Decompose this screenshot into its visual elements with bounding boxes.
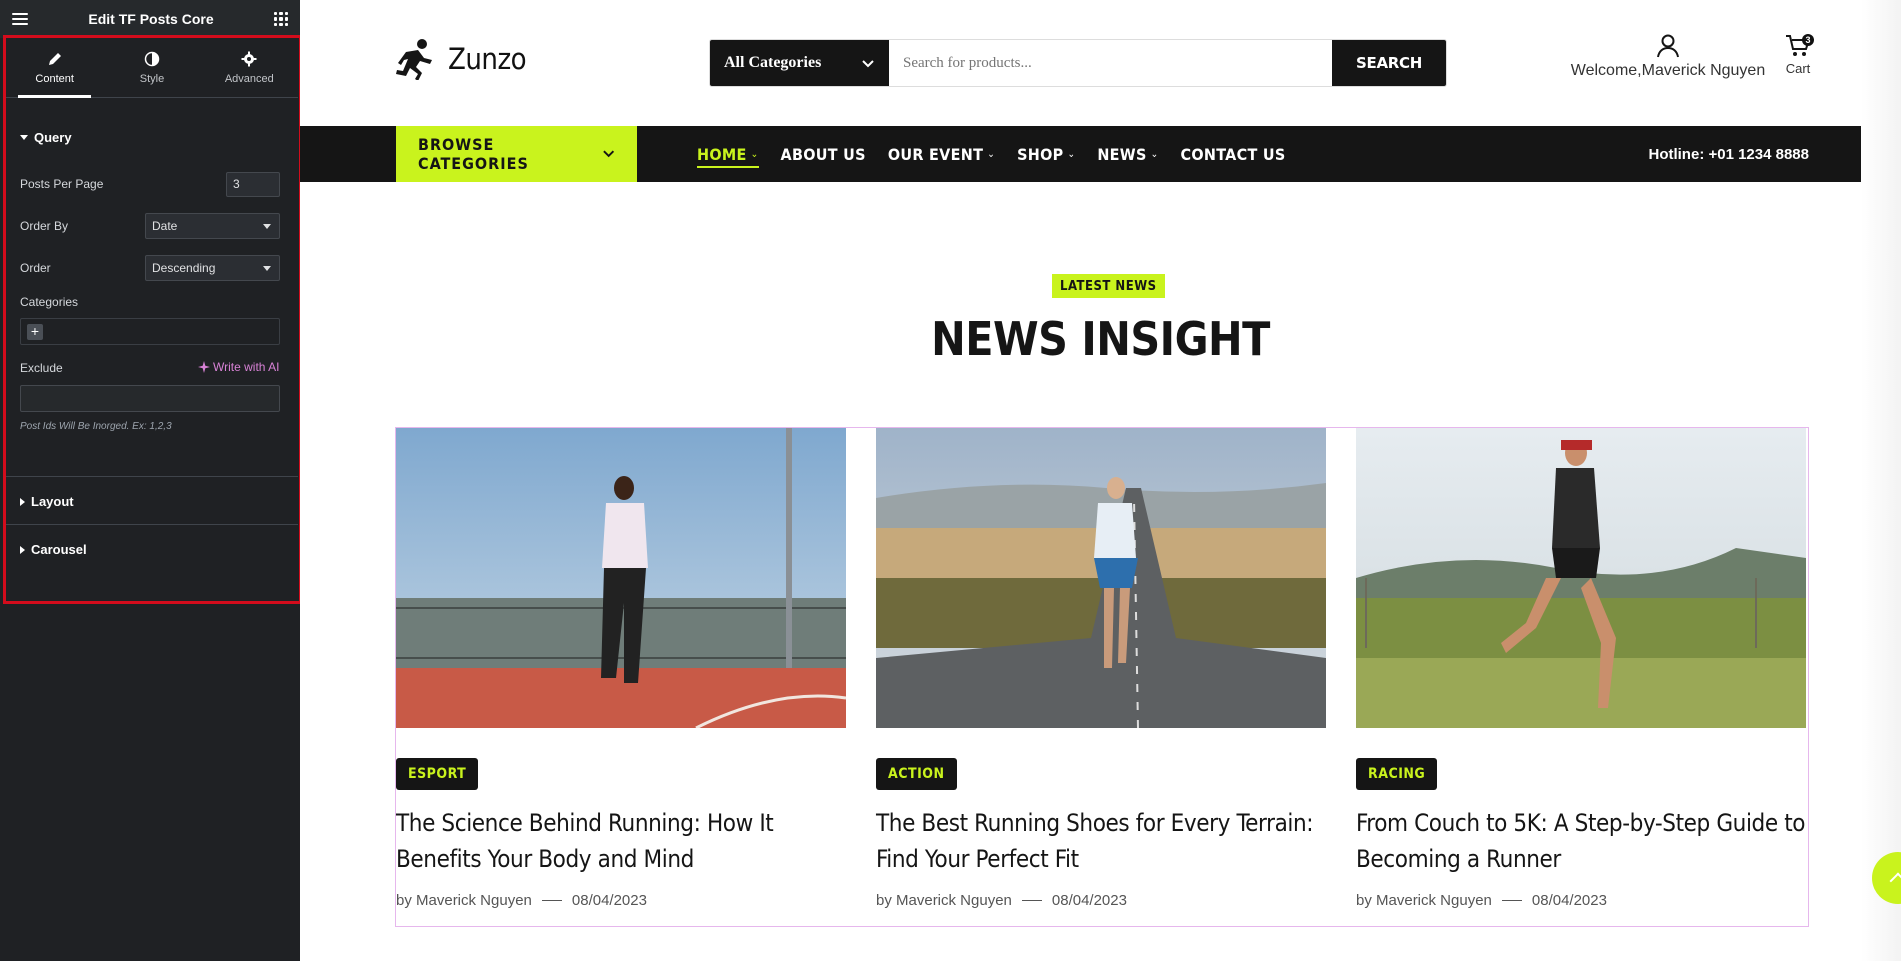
post-card[interactable]: ACTION The Best Running Shoes for Every … xyxy=(876,428,1326,909)
cart-count-badge: 3 xyxy=(1802,34,1814,46)
menu-icon[interactable] xyxy=(12,13,28,25)
search-input[interactable] xyxy=(889,40,1332,86)
chevron-down-icon: ⌄ xyxy=(1067,148,1076,160)
widgets-grid-icon[interactable] xyxy=(273,12,288,26)
post-title[interactable]: From Couch to 5K: A Step-by-Step Guide t… xyxy=(1356,805,1806,877)
nav-item-shop[interactable]: SHOP ⌄ xyxy=(1017,145,1075,164)
nav-item-news[interactable]: NEWS ⌄ xyxy=(1097,145,1158,164)
nav-item-label: OUR EVENT xyxy=(887,144,984,164)
nav-item-label: SHOP xyxy=(1017,144,1064,164)
post-author: by Maverick Nguyen xyxy=(1356,892,1492,909)
site-logo[interactable]: Zunzo xyxy=(396,38,527,80)
meta-separator xyxy=(1501,900,1522,901)
chevron-down-icon: ⌄ xyxy=(987,148,996,160)
account-welcome: Welcome,Maverick Nguyen xyxy=(1570,62,1766,79)
editor-panel: Edit TF Posts Core Content Style Advance… xyxy=(0,0,302,961)
post-date: 08/04/2023 xyxy=(571,892,647,909)
nav-item-contact-us[interactable]: CONTACT US xyxy=(1181,145,1286,164)
product-search: All Categories SEARCH xyxy=(709,39,1447,87)
scroll-shadow xyxy=(1861,0,1901,961)
cart-link[interactable]: 3 Cart xyxy=(1778,34,1818,76)
post-title[interactable]: The Science Behind Running: How It Benef… xyxy=(396,805,846,877)
post-date: 08/04/2023 xyxy=(1531,892,1607,909)
browse-categories-label: BROWSE CATEGORIES xyxy=(418,135,529,173)
nav-item-about-us[interactable]: ABOUT US xyxy=(781,145,866,164)
post-meta: by Maverick Nguyen 08/04/2023 xyxy=(876,892,1127,909)
browse-categories-button[interactable]: BROWSE CATEGORIES xyxy=(396,126,637,182)
nav-item-label: ABOUT US xyxy=(780,144,866,164)
section-tag: LATEST NEWS xyxy=(1052,274,1165,298)
main-navbar: BROWSE CATEGORIES HOME ⌄ ABOUT US OUR EVE… xyxy=(300,126,1901,182)
category-select-value: All Categories xyxy=(724,54,822,71)
category-select[interactable]: All Categories xyxy=(710,40,889,86)
highlight-frame xyxy=(3,35,302,604)
chevron-down-icon: ⌄ xyxy=(750,148,759,160)
post-meta: by Maverick Nguyen 08/04/2023 xyxy=(1356,892,1607,909)
post-card[interactable]: RACING From Couch to 5K: A Step-by-Step … xyxy=(1356,428,1806,909)
post-title[interactable]: The Best Running Shoes for Every Terrain… xyxy=(876,805,1326,877)
runner-logo-icon xyxy=(396,39,432,80)
meta-separator xyxy=(541,900,562,901)
user-icon xyxy=(1657,34,1679,58)
site-preview: Zunzo All Categories SEARCH Welcome,Mave… xyxy=(300,0,1901,961)
editor-topbar: Edit TF Posts Core xyxy=(0,0,300,38)
post-category-badge[interactable]: ESPORT xyxy=(396,758,479,790)
nav-item-label: NEWS xyxy=(1097,144,1147,164)
hotline: Hotline: +01 1234 8888 xyxy=(1648,145,1809,163)
post-category-badge[interactable]: ACTION xyxy=(876,758,957,790)
search-button[interactable]: SEARCH xyxy=(1332,40,1446,86)
meta-separator xyxy=(1021,900,1042,901)
nav-item-label: CONTACT US xyxy=(1180,144,1286,164)
brand-name: Zunzo xyxy=(448,42,527,76)
cart-label: Cart xyxy=(1785,61,1811,76)
post-card[interactable]: ESPORT The Science Behind Running: How I… xyxy=(396,428,846,909)
chevron-down-icon: ⌄ xyxy=(1150,148,1159,160)
post-image[interactable] xyxy=(396,428,846,728)
posts-grid: ESPORT The Science Behind Running: How I… xyxy=(395,427,1809,927)
post-date: 08/04/2023 xyxy=(1051,892,1127,909)
section-title: NEWS INSIGHT xyxy=(931,312,1270,366)
post-image[interactable] xyxy=(876,428,1326,728)
post-author: by Maverick Nguyen xyxy=(396,892,532,909)
chevron-down-icon xyxy=(602,150,614,158)
post-meta: by Maverick Nguyen 08/04/2023 xyxy=(396,892,647,909)
post-author: by Maverick Nguyen xyxy=(876,892,1012,909)
account-link[interactable]: Welcome,Maverick Nguyen xyxy=(1568,34,1768,80)
chevron-down-icon xyxy=(862,60,874,68)
editor-title: Edit TF Posts Core xyxy=(88,11,214,27)
nav-item-home[interactable]: HOME ⌄ xyxy=(697,144,759,168)
post-image[interactable] xyxy=(1356,428,1806,728)
nav-menu: HOME ⌄ ABOUT US OUR EVENT ⌄ SHOP ⌄ NEWS ⌄ CO… xyxy=(697,126,1286,182)
nav-item-our-event[interactable]: OUR EVENT ⌄ xyxy=(888,145,995,164)
post-category-badge[interactable]: RACING xyxy=(1356,758,1438,790)
nav-item-label: HOME xyxy=(697,144,747,164)
